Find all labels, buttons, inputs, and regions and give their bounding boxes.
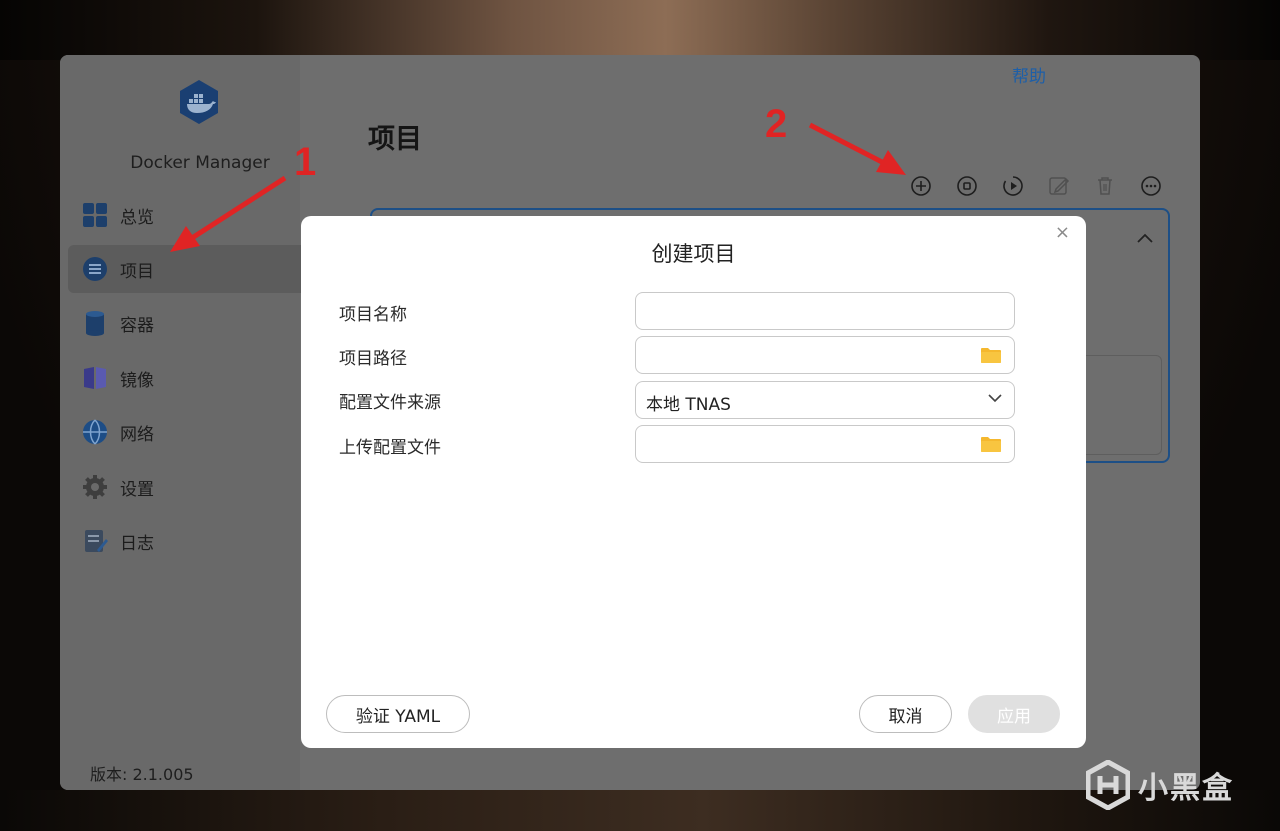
watermark-logo-icon: [1086, 760, 1130, 810]
globe-icon: [83, 419, 107, 445]
sidebar-item-label: 总览: [120, 207, 154, 228]
sidebar-item-overview[interactable]: 总览: [68, 191, 300, 239]
project-name-input[interactable]: [636, 293, 986, 329]
stop-icon: [957, 176, 977, 196]
delete-button[interactable]: [1092, 173, 1118, 199]
more-button[interactable]: [1138, 173, 1164, 199]
config-source-select[interactable]: 本地 TNAS: [635, 381, 1015, 419]
annotation-marker-2: 2: [765, 102, 788, 146]
chevron-up-icon[interactable]: [1136, 232, 1154, 244]
edit-icon: [1049, 177, 1070, 195]
folder-icon[interactable]: [980, 436, 1002, 453]
annotation-marker-1: 1: [294, 140, 317, 184]
sidebar-item-logs[interactable]: 日志: [68, 517, 300, 565]
help-link[interactable]: 帮助: [1012, 62, 1046, 87]
chevron-down-icon: [988, 394, 1002, 403]
watermark-text: 小黑盒: [1138, 771, 1234, 806]
project-path-field[interactable]: [635, 336, 1015, 374]
sidebar-item-label: 容器: [120, 315, 154, 336]
project-toolbar: [908, 173, 1184, 199]
restart-icon: [1003, 176, 1023, 196]
grid-icon: [83, 203, 107, 227]
project-name-field[interactable]: [635, 292, 1015, 330]
stop-button[interactable]: [954, 173, 980, 199]
wallpaper: [0, 0, 1280, 60]
version-label: 版本: 2.1.005: [90, 765, 194, 784]
add-icon: [911, 176, 931, 196]
apply-button[interactable]: 应用: [968, 695, 1060, 733]
sidebar: Docker Manager 总览 项目 容器 镜像 网络 设置 日志 版本: …: [60, 55, 308, 790]
project-path-label: 项目路径: [339, 349, 407, 369]
project-name-label: 项目名称: [339, 305, 407, 325]
sidebar-item-label: 镜像: [120, 370, 154, 391]
sidebar-item-network[interactable]: 网络: [68, 408, 300, 456]
dialog-title: 创建项目: [651, 242, 736, 266]
sidebar-item-label: 项目: [120, 261, 154, 282]
book-icon: [84, 367, 106, 389]
gear-icon: [83, 475, 107, 499]
add-button[interactable]: [908, 173, 934, 199]
restart-button[interactable]: [1000, 173, 1026, 199]
upload-config-label: 上传配置文件: [339, 438, 441, 458]
folder-icon[interactable]: [980, 347, 1002, 364]
docker-logo-icon: [180, 80, 218, 124]
upload-config-field[interactable]: [635, 425, 1015, 463]
config-source-value: 本地 TNAS: [646, 395, 731, 415]
sidebar-item-settings[interactable]: 设置: [68, 463, 300, 511]
edit-button[interactable]: [1046, 173, 1072, 199]
cylinder-icon: [86, 311, 104, 336]
sidebar-item-containers[interactable]: 容器: [68, 299, 300, 347]
log-icon: [85, 530, 108, 552]
list-icon: [83, 257, 107, 281]
sidebar-item-label: 网络: [120, 424, 154, 445]
watermark: 小黑盒: [1086, 757, 1246, 813]
cancel-button[interactable]: 取消: [859, 695, 952, 733]
sidebar-item-projects[interactable]: 项目: [68, 245, 308, 293]
create-project-dialog: × 创建项目 项目名称 项目路径 配置文件来源 本地 TNAS 上传配置文件 验…: [301, 216, 1086, 748]
sidebar-item-images[interactable]: 镜像: [68, 354, 300, 402]
sidebar-item-label: 设置: [120, 479, 154, 500]
more-icon: [1141, 176, 1161, 196]
sidebar-item-label: 日志: [120, 533, 154, 554]
delete-icon: [1098, 177, 1112, 195]
config-source-label: 配置文件来源: [339, 393, 441, 413]
page-title: 项目: [368, 124, 422, 155]
project-path-input[interactable]: [636, 337, 986, 373]
validate-yaml-button[interactable]: 验证 YAML: [326, 695, 470, 733]
upload-config-input[interactable]: [636, 426, 986, 462]
